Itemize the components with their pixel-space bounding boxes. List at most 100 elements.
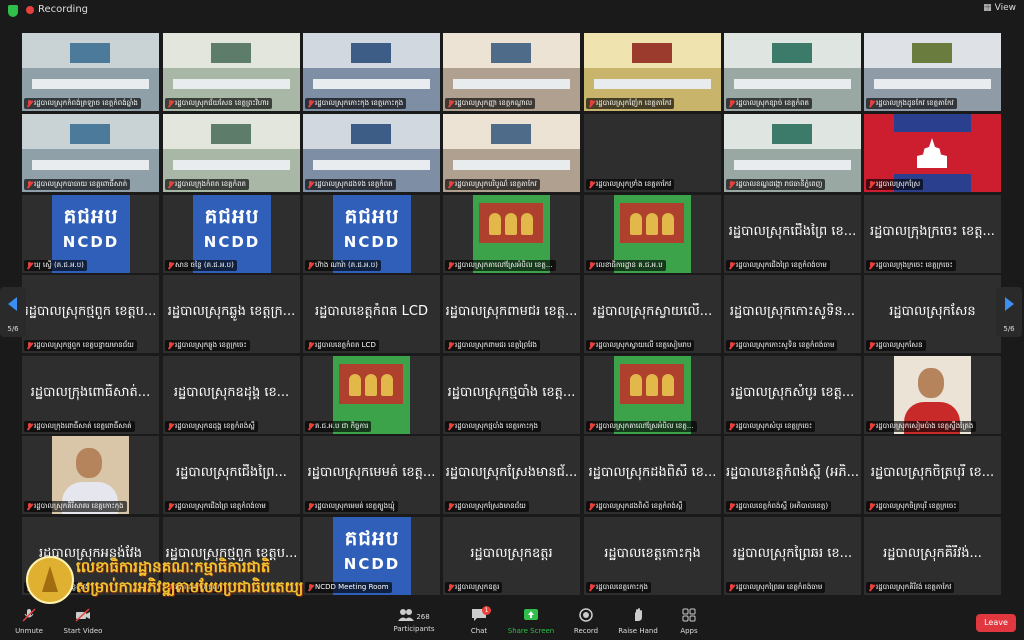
participant-tile[interactable]: រដ្ឋបាលស្រុកស្រែ [864,114,1001,192]
participant-tile[interactable]: រដ្ឋបាលស្រុកញ៉ែក ខេត្តតាកែវ [584,33,721,111]
recording-indicator[interactable]: Recording [26,4,88,15]
meeting-toolbar: Unmute Start Video 268 Participants 1 Ch… [0,604,1024,640]
participant-tile[interactable]: រដ្ឋបាលស្រុកជើងព្រៃ ខេ... រដ្ឋបាលស្រុកជើង… [724,195,861,273]
participant-tile[interactable]: រដ្ឋបាលក្រុងដូនកែវ ខេត្តតាកែវ [864,33,1001,111]
participant-display-name: រដ្ឋបាលខេត្តកំពត LCD [315,304,428,319]
participant-tile[interactable]: គជអប NCDD សាន ចន្ថៃ (គ.ជ.អ.ប) [163,195,300,273]
mic-muted-icon [448,100,453,107]
participant-name-text: រដ្ឋបាលស្រុកឆ្លូង ខេត្តក្រចេះ [175,341,247,349]
start-video-label: Start Video [63,627,103,635]
security-shield-icon[interactable] [8,5,18,17]
participant-tile[interactable]: រដ្ឋបាលស្រុកសំបូរ ខេត្ត... រដ្ឋបាលស្រុកសំ… [724,356,861,434]
participant-tile[interactable]: រដ្ឋបាលស្រុកឧត្តរ រដ្ឋបាលស្រុកឧត្តរ [443,517,580,595]
participant-tile[interactable]: រដ្ឋបាលស្រុកពាមជរ ខេត្ត... រដ្ឋបាលស្រុកពា… [443,275,580,353]
mic-muted-icon [308,342,313,349]
participant-tile[interactable]: រដ្ឋបាលស្រុកចិត្របុរី ខេ... រដ្ឋបាលស្រុកច… [864,436,1001,514]
next-page-button[interactable]: 5/6 [996,287,1022,337]
apps-button[interactable]: Apps [676,608,702,635]
participant-name-label: រដ្ឋបាលស្រុកបាធាយ ខេត្តពោធិ៍សាត់ [24,179,131,190]
participant-tile[interactable]: រដ្ឋបាលស្រុកកោះកុង ខេត្តកោះកុង [303,33,440,111]
participant-tile[interactable]: រដ្ឋបាលស្រុកតាលៅស្រែអំបិល ខេត្ត... [584,356,721,434]
participant-tile[interactable]: រដ្ឋបាលក្រុងក្រចេះ ខេត្ត... រដ្ឋបាលក្រុងក… [864,195,1001,273]
participant-name-text: រដ្ឋបាលស្រុកស្រែងមានជ័យ [455,502,526,510]
record-button[interactable]: Record [570,608,602,635]
participant-tile[interactable]: គជអប NCDD ឃុ ស្ទើ (គ.ជ.អ.ប) [22,195,159,273]
room-table [32,79,149,89]
mic-muted-icon [308,423,313,430]
raise-hand-label: Raise Hand [618,627,658,635]
page-indicator-left: 5/6 [7,325,19,333]
participant-name-label: លេខាធិការដ្ឋាន គ.ជ.អ.ប [586,260,666,271]
leave-button[interactable]: Leave [976,614,1016,632]
room-screen [211,124,251,144]
participant-tile[interactable]: រដ្ឋបាលស្រុកខ្សាច់ ខេត្តកំពត [724,33,861,111]
participant-name-label: រដ្ឋបាលស្រុកសៀមប៉ាង ខេត្តស្ទឹងត្រែង [866,421,977,432]
participant-tile[interactable]: រដ្ឋបាលស្រុកជ័យសែន ខេត្តព្រះវិហារ [163,33,300,111]
participant-tile[interactable]: រដ្ឋបាលស្រុកទ្រាំង ខេត្តតាកែវ [584,114,721,192]
participant-display-name: រដ្ឋបាលក្រុងក្រចេះ ខេត្ត... [870,224,995,239]
participant-tile[interactable]: រដ្ឋបាលស្រុកឆ្លូង ខេត្តក្រ... រដ្ឋបាលស្រុ… [163,275,300,353]
participants-button[interactable]: 268 Participants [390,608,438,633]
participant-tile[interactable]: រដ្ឋបាលខណ្ឌដង្កោ រាជធានីភ្នំពេញ [724,114,861,192]
participant-name-label: រដ្ឋបាលក្រុងពោធិ៍សាត់ ខេត្តពោធិ៍សាត់ [24,421,135,432]
room-table [313,160,430,170]
microphone-muted-icon [22,608,36,622]
participant-tile[interactable]: រដ្ឋបាលស្រុកដងទង ខេត្តកំពត [303,114,440,192]
participant-name-label: រដ្ឋបាលស្រុកថ្មបាំង ខេត្តកោះកុង [445,421,541,432]
room-table [734,160,851,170]
participant-tile[interactable]: រដ្ឋបាលស្រុកតាលៅស្រែអំបិល ខេត្ត... [443,195,580,273]
participant-tile[interactable]: រដ្ឋបាលស្រុកបរិបូណ៌ ខេត្តតាកែវ [443,114,580,192]
participant-tile[interactable]: គជអប NCDD ហ៊ាង ណារ៉ា (គ.ជ.អ.ប) [303,195,440,273]
participant-tile[interactable]: រដ្ឋបាលស្រុកជើងព្រៃ... រដ្ឋបាលស្រុកជើងព្រ… [163,436,300,514]
participant-tile[interactable]: រដ្ឋបាលស្រុកកោះសូទិន... រដ្ឋបាលស្រុកកោះសូ… [724,275,861,353]
participant-tile[interactable]: រដ្ឋបាលក្រុងពោធិ៍សាត់... រដ្ឋបាលក្រុងពោធិ… [22,356,159,434]
start-video-button[interactable]: Start Video [60,608,106,635]
participant-tile[interactable]: រដ្ឋបាលស្រុកមេមត់ ខេត្ត... រដ្ឋបាលស្រុកមេ… [303,436,440,514]
participant-tile[interactable]: លេខាធិការដ្ឋាន គ.ជ.អ.ប [584,195,721,273]
participant-display-name: រដ្ឋបាលស្រុកឆ្លូង ខេត្តក្រ... [167,304,296,319]
participant-name-text: រដ្ឋបាលក្រុងពោធិ៍សាត់ ខេត្តពោធិ៍សាត់ [34,422,132,430]
ncdd-english-text: NCDD [203,233,261,251]
participant-tile[interactable]: រដ្ឋបាលស្រុកញ្ញា ខេត្តកណ្ដាល [443,33,580,111]
participant-name-text: រដ្ឋបាលខេត្តកោះកុង [596,583,648,591]
participant-tile[interactable]: គ.ជ.អ.ប ជា កិច្ចការ [303,356,440,434]
participant-tile[interactable]: រដ្ឋបាលស្រុកគិរីវង់... រដ្ឋបាលស្រុកគិរីវង… [864,517,1001,595]
participant-tile[interactable]: រដ្ឋបាលខេត្តកំពង់ស្ពឺ (អភិ... រដ្ឋបាលខេត្… [724,436,861,514]
room-table [173,79,290,89]
participant-name-label: រដ្ឋបាលស្រុកញ៉ែក ខេត្តតាកែវ [586,98,675,109]
participant-tile[interactable]: រដ្ឋបាលស្រុកថ្មពួក ខេត្តប... រដ្ឋបាលស្រុក… [22,275,159,353]
participant-tile[interactable]: រដ្ឋបាលខេត្តកោះកុង រដ្ឋបាលខេត្តកោះកុង [584,517,721,595]
participant-name-label: រដ្ឋបាលស្រុកគិរីវង់ ខេត្តតាកែវ [866,582,955,593]
participant-tile[interactable]: រដ្ឋបាលស្រុកកំពង់ត្រឡាច ខេត្តកំពង់ឆ្នាំង [22,33,159,111]
participant-tile[interactable]: រដ្ឋបាលស្រុកបាធាយ ខេត្តពោធិ៍សាត់ [22,114,159,192]
participant-tile[interactable]: រដ្ឋបាលខេត្តកំពត LCD រដ្ឋបាលខេត្តកំពត LCD [303,275,440,353]
participant-tile[interactable]: រដ្ឋបាលស្រុកស្វាយលើ... រដ្ឋបាលស្រុកស្វាយល… [584,275,721,353]
participant-tile[interactable]: រដ្ឋបាលស្រុកដងពិសី ខេ... រដ្ឋបាលស្រុកដងពិ… [584,436,721,514]
participant-tile[interactable]: រដ្ឋបាលស្រុកសែន រដ្ឋបាលស្រុកសែន [864,275,1001,353]
view-button[interactable]: ▦ View [983,3,1016,13]
unmute-button[interactable]: Unmute [10,608,48,635]
chat-button[interactable]: 1 Chat [464,606,494,635]
participant-name-text: រដ្ឋបាលស្រុកមេមត់ ខេត្តត្បូងឃ្មុំ [315,502,395,510]
share-screen-button[interactable]: Share Screen [506,608,556,635]
participant-tile[interactable]: រដ្ឋបាលស្រុកសៀមប៉ាង ខេត្តស្ទឹងត្រែង [864,356,1001,434]
participant-tile[interactable]: រដ្ឋបាលស្រុកស្រែងមានជ័... រដ្ឋបាលស្រុកស្រ… [443,436,580,514]
participant-tile[interactable]: រដ្ឋបាលស្រុកថ្មបាំង ខេត្ត... រដ្ឋបាលស្រុក… [443,356,580,434]
video-off-icon [75,608,90,622]
mic-muted-icon [27,503,32,510]
portrait-icon [349,374,361,396]
ncdd-seal-icon [26,556,74,604]
previous-page-button[interactable]: 5/6 [0,287,26,337]
participant-display-name: រដ្ឋបាលស្រុកជើងព្រៃ ខេ... [728,224,857,239]
participant-tile[interactable]: រដ្ឋបាលស្រុកព្រៃឆរ ខេ... រដ្ឋបាលស្រុកព្រៃ… [724,517,861,595]
participant-tile[interactable]: រដ្ឋបាលស្រុកគិរីសាគរ ខេត្តកោះកុង [22,436,159,514]
person-face [76,448,102,478]
participant-tile[interactable]: រដ្ឋបាលស្រុកឧដុង្គ ខេ... រដ្ឋបាលស្រុកឧដុង… [163,356,300,434]
portrait-icon [521,213,533,235]
participant-name-label: រដ្ឋបាលក្រុងកំពត ខេត្តកំពត [165,179,249,190]
participant-display-name: រដ្ឋបាលស្រុកកោះសូទិន... [729,304,856,319]
portrait-icon [505,213,517,235]
participant-tile[interactable]: រដ្ឋបាលក្រុងកំពត ខេត្តកំពត [163,114,300,192]
raise-hand-button[interactable]: Raise Hand [616,608,660,635]
room-table [32,160,149,170]
